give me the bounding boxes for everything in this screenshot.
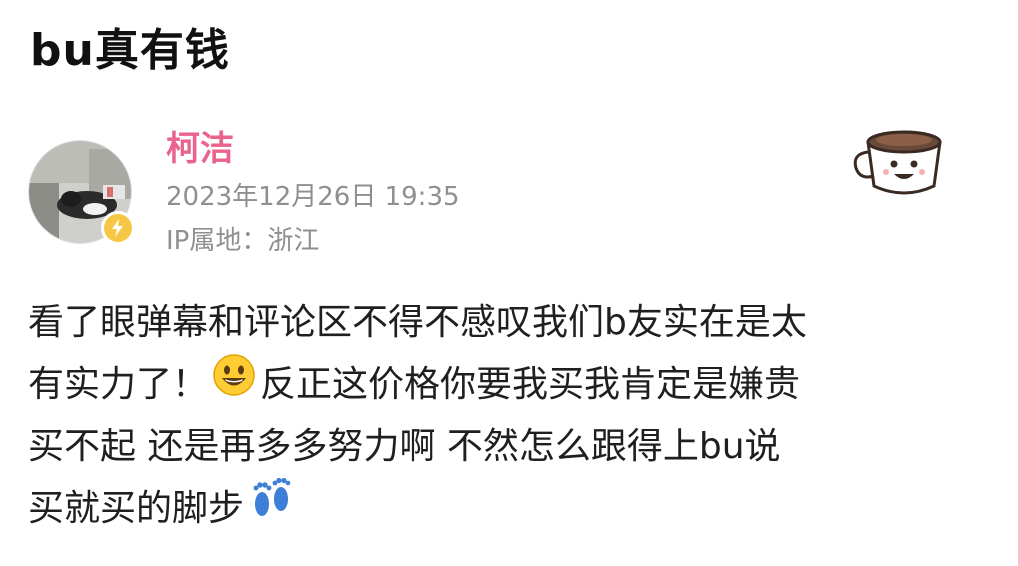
lightning-icon	[112, 219, 123, 237]
grinning-face-emoji-icon	[212, 353, 256, 417]
post-body-line: 有实力了！ 反正这价格你要我买我肯定是嫌贵	[28, 354, 993, 416]
post-body-line: 买就买的脚步	[28, 477, 993, 541]
ip-location: IP属地：浙江	[166, 226, 320, 256]
coffee-cup-sticker-icon	[850, 120, 958, 202]
post-body-text: 买不起 还是再多多努力啊 不然怎么跟得上bu说	[28, 426, 781, 467]
post-body-line: 看了眼弹幕和评论区不得不感叹我们b友实在是太	[28, 292, 993, 354]
post-body-line: 买不起 还是再多多努力啊 不然怎么跟得上bu说	[28, 416, 993, 478]
post-body-text: 买就买的脚步	[28, 488, 245, 529]
post-body-text: 有实力了！	[28, 364, 209, 405]
post-header: 柯洁 2023年12月26日 19:35 IP属地：浙江	[0, 0, 1018, 270]
author-name[interactable]: 柯洁	[166, 121, 234, 170]
post-body-text: 反正这价格你要我买我肯定是嫌贵	[260, 364, 801, 405]
footprints-emoji-icon	[248, 477, 294, 541]
post-body-text: 看了眼弹幕和评论区不得不感叹我们b友实在是太	[28, 302, 807, 343]
post-body: 看了眼弹幕和评论区不得不感叹我们b友实在是太 有实力了！ 反正这价格你要我买我肯…	[28, 292, 993, 540]
post-timestamp: 2023年12月26日 19:35	[166, 182, 460, 212]
verified-badge	[101, 211, 135, 245]
